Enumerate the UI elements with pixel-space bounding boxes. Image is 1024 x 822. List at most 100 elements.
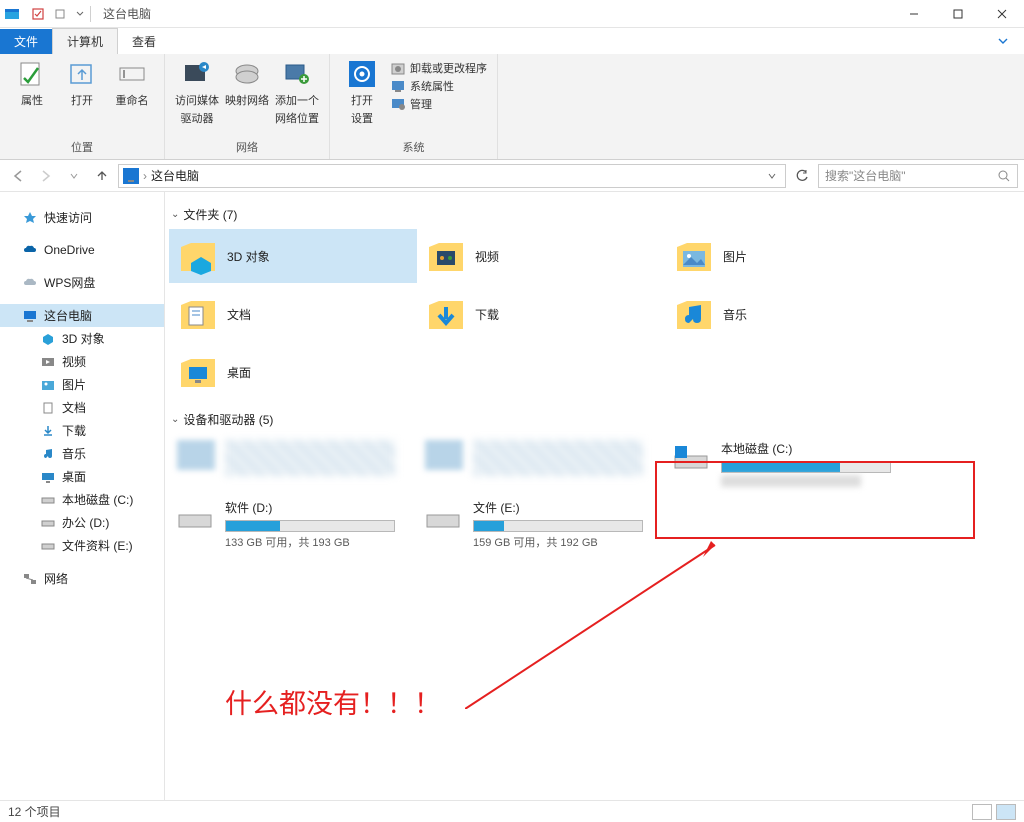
folder-pictures[interactable]: 图片 <box>665 229 913 283</box>
qat-dropdown-icon[interactable] <box>76 10 84 18</box>
sidebar-this-pc[interactable]: 这台电脑 <box>0 304 164 327</box>
download-icon <box>40 423 56 439</box>
ribbon-add-network-button[interactable]: 添加一个 网络位置 <box>275 58 319 126</box>
close-button[interactable] <box>980 0 1024 28</box>
view-details-button[interactable] <box>972 804 992 820</box>
search-icon <box>997 169 1011 183</box>
star-icon <box>22 210 38 226</box>
chevron-down-icon: ⌄ <box>171 414 179 425</box>
manage-icon <box>390 96 406 112</box>
sidebar-item-3d[interactable]: 3D 对象 <box>0 327 164 350</box>
open-icon <box>66 58 98 90</box>
drive-item-blurred-2[interactable] <box>417 434 665 493</box>
annotation-arrow <box>465 539 725 709</box>
picture-icon <box>40 377 56 393</box>
system-properties-icon <box>390 78 406 94</box>
ribbon-uninstall-button[interactable]: 卸载或更改程序 <box>390 60 487 76</box>
refresh-button[interactable] <box>790 164 814 188</box>
annotation-rectangle <box>655 461 975 539</box>
nav-up-button[interactable] <box>90 164 114 188</box>
ribbon-tabs: 文件 计算机 查看 <box>0 28 1024 54</box>
nav-back-button[interactable] <box>6 164 30 188</box>
ribbon-group-location-label: 位置 <box>71 137 93 157</box>
nav-recent-dropdown[interactable] <box>62 164 86 188</box>
ribbon-access-media-button[interactable]: 访问媒体 驱动器 <box>175 58 219 126</box>
rename-icon <box>116 58 148 90</box>
sidebar-item-videos[interactable]: 视频 <box>0 350 164 373</box>
folder-documents[interactable]: 文档 <box>169 287 417 341</box>
folder-music[interactable]: 音乐 <box>665 287 913 341</box>
drive-item-e[interactable]: 文件 (E:) 159 GB 可用，共 192 GB <box>417 493 665 556</box>
ribbon: 属性 打开 重命名 位置 访问媒体 驱动器 映射网络 <box>0 54 1024 160</box>
maximize-button[interactable] <box>936 0 980 28</box>
network-icon <box>22 571 38 587</box>
ribbon-group-network-label: 网络 <box>236 137 258 157</box>
qat-item-icon[interactable] <box>54 8 66 20</box>
navigation-sidebar: 快速访问 OneDrive WPS网盘 这台电脑 3D 对象 视频 图片 文档 … <box>0 192 165 800</box>
map-drive-icon <box>231 58 263 90</box>
folder-videos-icon <box>425 235 467 277</box>
tab-computer[interactable]: 计算机 <box>52 28 118 54</box>
drive-icon <box>40 515 56 531</box>
window-title: 这台电脑 <box>103 5 151 22</box>
ribbon-map-network-button[interactable]: 映射网络 <box>225 58 269 108</box>
folder-3d-objects[interactable]: 3D 对象 <box>169 229 417 283</box>
sidebar-item-downloads[interactable]: 下载 <box>0 419 164 442</box>
tab-view[interactable]: 查看 <box>118 29 170 54</box>
minimize-button[interactable] <box>892 0 936 28</box>
nav-forward-button[interactable] <box>34 164 58 188</box>
tab-file[interactable]: 文件 <box>0 29 52 54</box>
address-dropdown-icon[interactable] <box>763 171 781 181</box>
drive-info-blurred <box>473 440 643 476</box>
ribbon-group-system-label: 系统 <box>403 137 425 157</box>
wps-cloud-icon <box>22 275 38 291</box>
app-icon <box>4 6 20 22</box>
drive-item-blurred-1[interactable] <box>169 434 417 493</box>
media-icon <box>181 58 213 90</box>
search-input[interactable]: 搜索"这台电脑" <box>818 164 1018 188</box>
drive-item-d[interactable]: 软件 (D:) 133 GB 可用，共 193 GB <box>169 493 417 556</box>
sidebar-item-documents[interactable]: 文档 <box>0 396 164 419</box>
ribbon-collapse-button[interactable] <box>996 34 1016 54</box>
sidebar-item-desktop[interactable]: 桌面 <box>0 465 164 488</box>
folder-videos[interactable]: 视频 <box>417 229 665 283</box>
ribbon-open-button[interactable]: 打开 <box>60 58 104 108</box>
drive-e-icon <box>425 503 463 533</box>
drive-icon <box>40 538 56 554</box>
drive-capacity-bar <box>473 520 643 532</box>
folder-music-icon <box>673 293 715 335</box>
ribbon-properties-button[interactable]: 属性 <box>10 58 54 108</box>
desktop-icon <box>40 469 56 485</box>
ribbon-system-properties-button[interactable]: 系统属性 <box>390 78 487 94</box>
address-bar: › 这台电脑 搜索"这台电脑" <box>0 160 1024 192</box>
ribbon-manage-button[interactable]: 管理 <box>390 96 487 112</box>
sidebar-item-drive-e[interactable]: 文件资料 (E:) <box>0 534 164 557</box>
ribbon-rename-button[interactable]: 重命名 <box>110 58 154 108</box>
sidebar-wps[interactable]: WPS网盘 <box>0 271 164 294</box>
drive-capacity-bar <box>225 520 395 532</box>
ribbon-open-settings-button[interactable]: 打开 设置 <box>340 58 384 126</box>
properties-icon <box>16 58 48 90</box>
folders-section-header[interactable]: ⌄ 文件夹 (7) <box>171 206 1020 223</box>
content-area: ⌄ 文件夹 (7) 3D 对象 视频 图片 文档 下载 <box>165 192 1024 800</box>
folder-downloads[interactable]: 下载 <box>417 287 665 341</box>
annotation-text: 什么都没有！！！ <box>225 682 441 721</box>
sidebar-item-drive-d[interactable]: 办公 (D:) <box>0 511 164 534</box>
sidebar-onedrive[interactable]: OneDrive <box>0 239 164 261</box>
drive-info-blurred <box>225 440 395 476</box>
view-large-icons-button[interactable] <box>996 804 1016 820</box>
devices-section-header[interactable]: ⌄ 设备和驱动器 (5) <box>171 411 1020 428</box>
sidebar-quick-access[interactable]: 快速访问 <box>0 206 164 229</box>
address-input[interactable]: › 这台电脑 <box>118 164 786 188</box>
sidebar-item-music[interactable]: 音乐 <box>0 442 164 465</box>
folder-documents-icon <box>177 293 219 335</box>
sidebar-item-pictures[interactable]: 图片 <box>0 373 164 396</box>
sidebar-network[interactable]: 网络 <box>0 567 164 590</box>
sidebar-item-drive-c[interactable]: 本地磁盘 (C:) <box>0 488 164 511</box>
folder-desktop[interactable]: 桌面 <box>169 345 417 399</box>
cube-icon <box>40 331 56 347</box>
address-segment[interactable]: 这台电脑 <box>151 167 199 184</box>
video-icon <box>40 354 56 370</box>
status-item-count: 12 个项目 <box>8 803 61 820</box>
qat-properties-icon[interactable] <box>32 8 44 20</box>
